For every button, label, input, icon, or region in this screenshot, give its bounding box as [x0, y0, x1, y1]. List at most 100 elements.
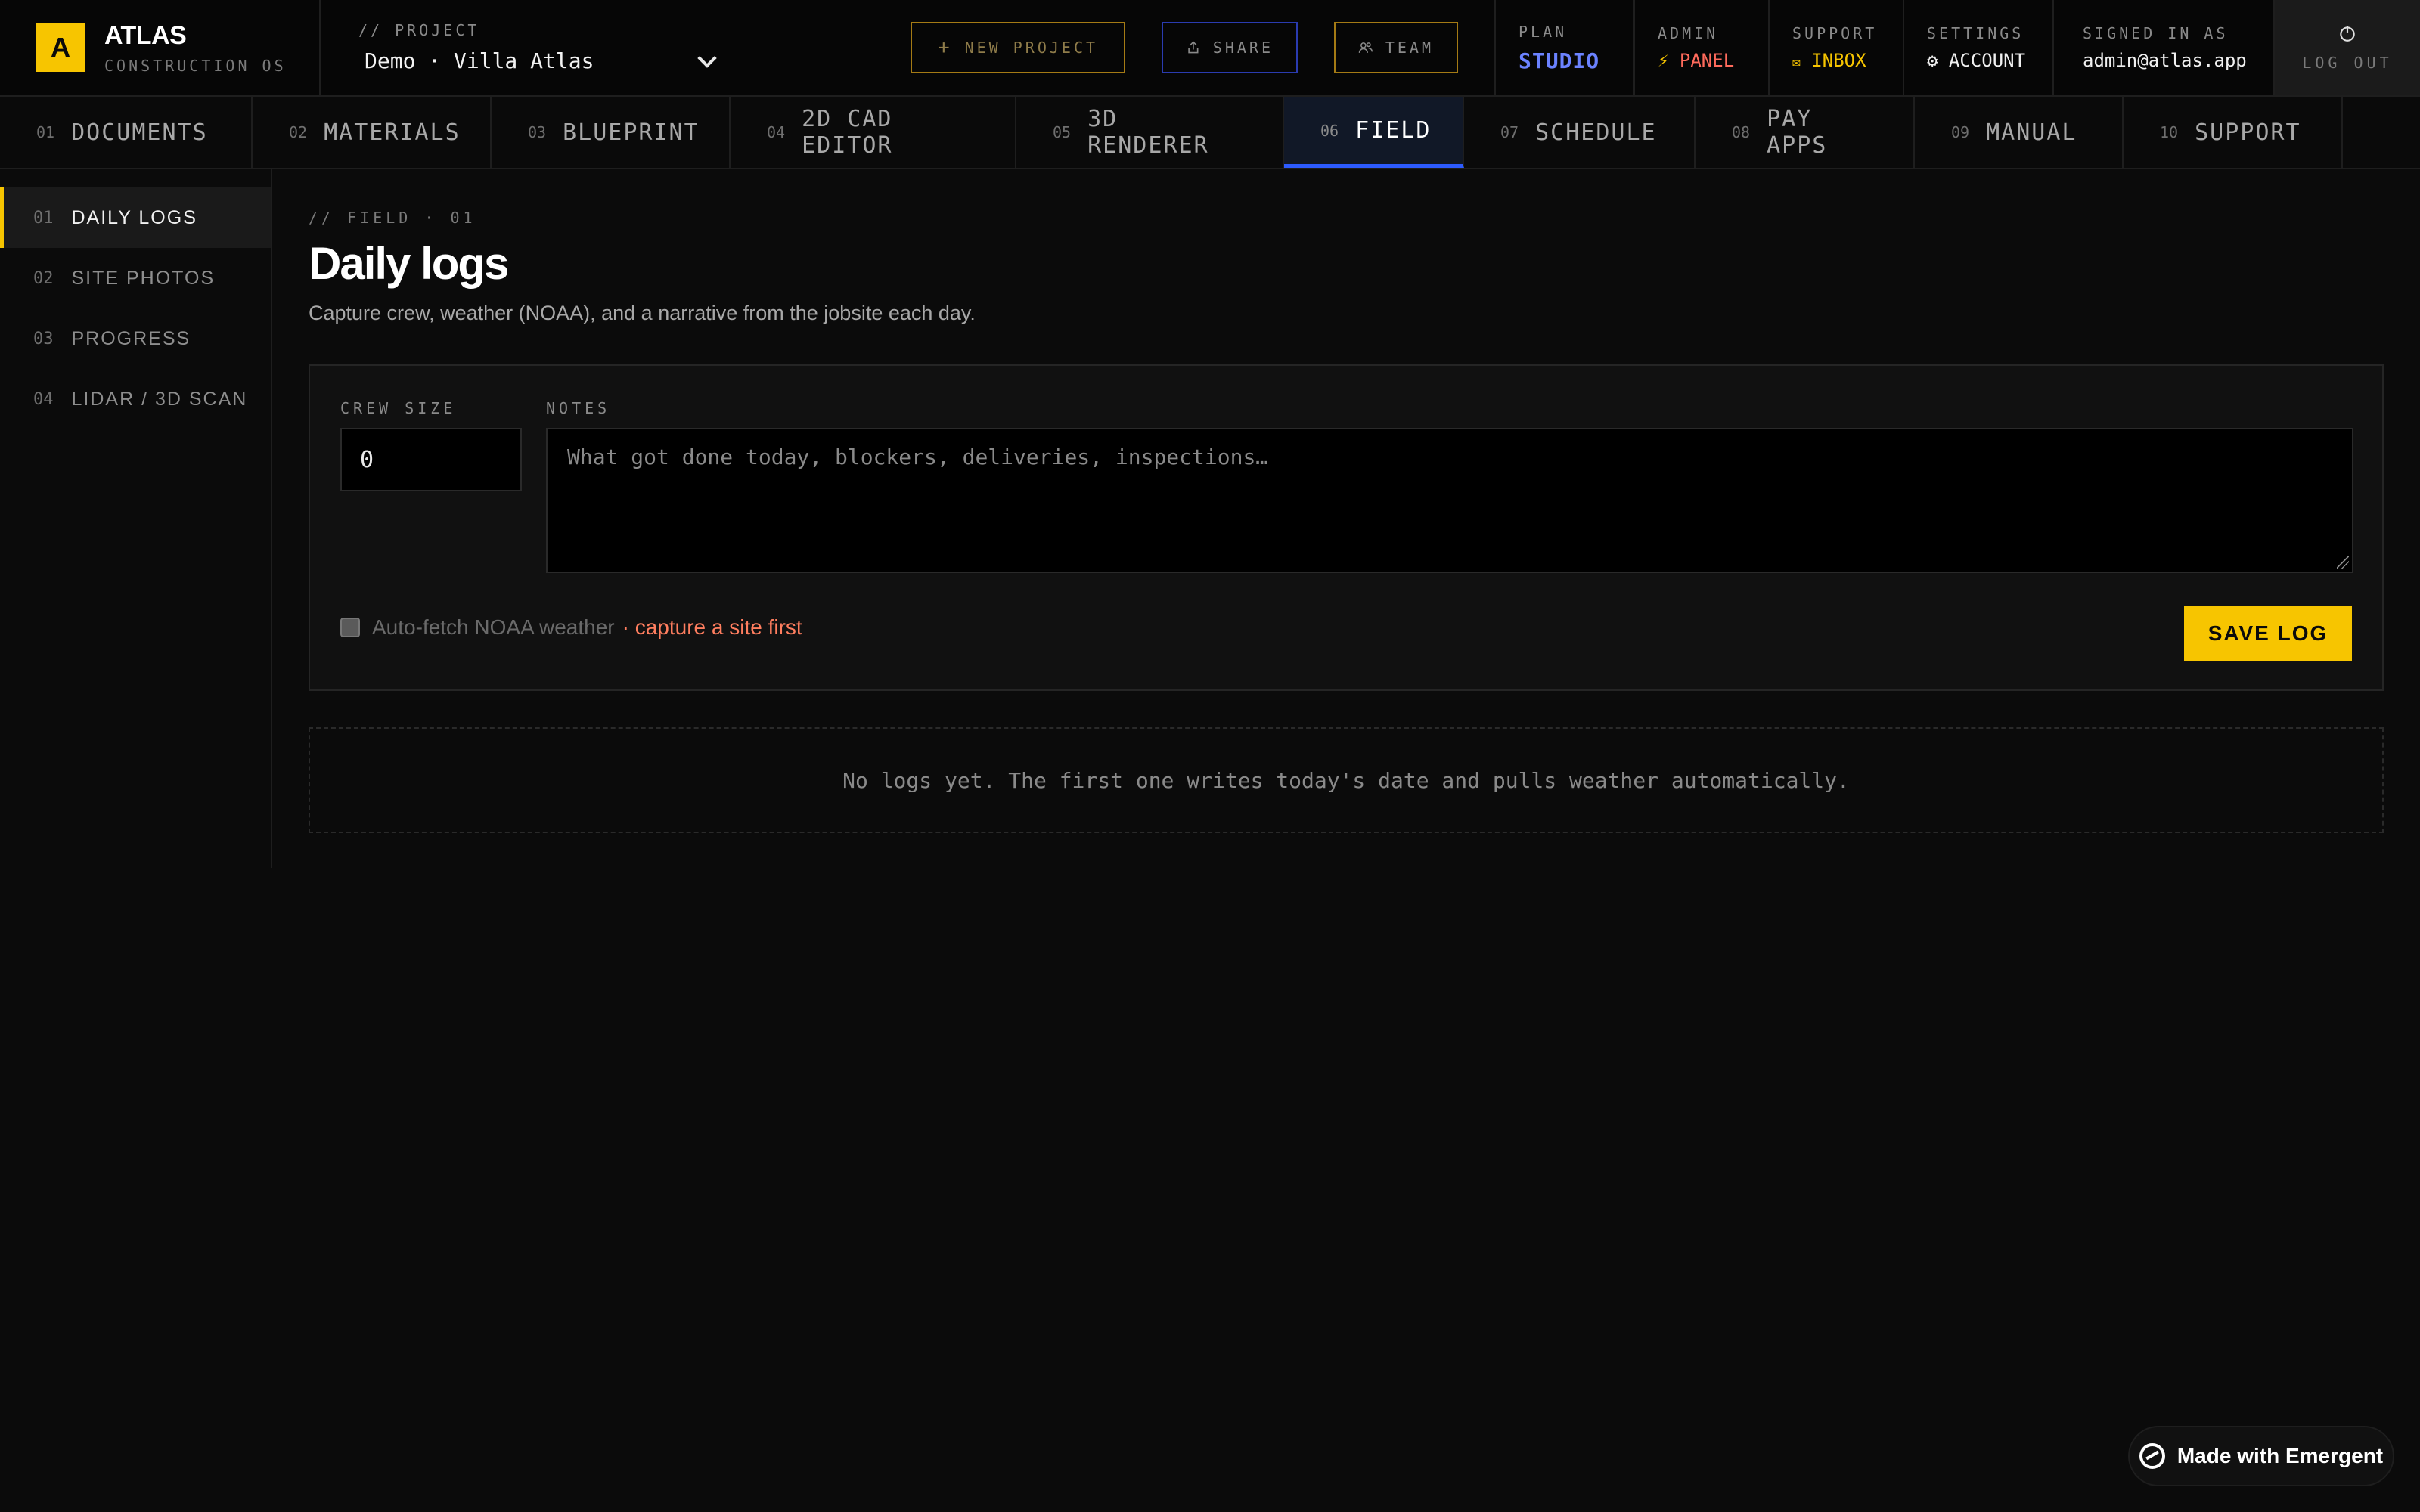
- signed-in-email: admin@atlas.app: [2083, 50, 2247, 71]
- new-project-button[interactable]: + NEW PROJECT: [911, 22, 1125, 73]
- sidebar-item-daily-logs[interactable]: 01 DAILY LOGS: [0, 187, 271, 248]
- weather-option: Auto-fetch NOAA weather · capture a site…: [340, 615, 802, 640]
- tab-number: 03: [528, 123, 547, 141]
- tab-manual[interactable]: 09 MANUAL: [1915, 97, 2124, 168]
- tab-number: 06: [1320, 121, 1339, 140]
- tab-number: 08: [1732, 123, 1751, 141]
- sidebar-item-site-photos[interactable]: 02 SITE PHOTOS: [0, 248, 271, 308]
- share-icon: [1188, 41, 1199, 54]
- tab-number: 02: [289, 123, 308, 141]
- new-project-label: NEW PROJECT: [964, 39, 1099, 57]
- daily-log-form: CREW SIZE 0 NOTES What got done today, b…: [309, 364, 2384, 691]
- sidebar-item-label: LIDAR / 3D SCAN: [71, 388, 248, 410]
- project-select[interactable]: Demo · Villa Atlas: [358, 48, 721, 73]
- tab-number: 05: [1053, 123, 1072, 141]
- signed-in-info: SIGNED IN AS admin@atlas.app: [2052, 0, 2273, 95]
- resize-handle-icon[interactable]: [2337, 556, 2349, 569]
- support-link[interactable]: SUPPORT ✉ INBOX: [1768, 0, 1903, 95]
- notes-textarea[interactable]: What got done today, blockers, deliverie…: [546, 428, 2353, 573]
- project-label: // PROJECT: [358, 21, 480, 39]
- main-content: // FIELD · 01 Daily logs Capture crew, w…: [309, 169, 2384, 833]
- tab-label: MATERIALS: [324, 119, 461, 146]
- tab-schedule[interactable]: 07 SCHEDULE: [1464, 97, 1696, 168]
- brand[interactable]: A ATLAS CONSTRUCTION OS: [0, 0, 321, 95]
- notes-placeholder: What got done today, blockers, deliverie…: [567, 445, 1269, 469]
- tab-label: 3D RENDERER: [1087, 106, 1209, 159]
- sidebar-item-number: 03: [33, 329, 54, 349]
- share-button[interactable]: SHARE: [1162, 22, 1298, 73]
- tab-label: SUPPORT: [2195, 119, 2301, 146]
- sidebar-item-number: 01: [33, 208, 54, 228]
- plan-value: STUDIO: [1519, 48, 1600, 73]
- bolt-icon: ⚡: [1658, 50, 1669, 71]
- chevron-down-icon: [697, 48, 717, 68]
- empty-state: No logs yet. The first one writes today'…: [309, 727, 2384, 833]
- module-tabs: 01 DOCUMENTS 02 MATERIALS 03 BLUEPRINT 0…: [0, 97, 2420, 169]
- team-button[interactable]: TEAM: [1334, 22, 1458, 73]
- page-title: Daily logs: [309, 238, 509, 289]
- tab-label: SCHEDULE: [1535, 119, 1657, 146]
- logout-button[interactable]: LOG OUT: [2273, 0, 2420, 95]
- brand-name: ATLAS: [104, 20, 187, 50]
- settings-link[interactable]: SETTINGS ⚙ ACCOUNT: [1903, 0, 2052, 95]
- tab-label: DOCUMENTS: [71, 119, 208, 146]
- support-value: INBOX: [1811, 50, 1866, 71]
- team-icon: [1358, 42, 1373, 53]
- tab-2d-cad-editor[interactable]: 04 2D CAD EDITOR: [731, 97, 1016, 168]
- gear-icon: ⚙: [1927, 50, 1938, 71]
- weather-label: Auto-fetch NOAA weather: [372, 615, 615, 639]
- field-sidebar: 01 DAILY LOGS 02 SITE PHOTOS 03 PROGRESS…: [0, 169, 272, 868]
- save-log-button[interactable]: SAVE LOG: [2184, 606, 2352, 661]
- header-actions: + NEW PROJECT SHARE TEAM: [738, 0, 1494, 95]
- admin-link[interactable]: ADMIN ⚡ PANEL: [1634, 0, 1768, 95]
- emergent-logo-icon: [2139, 1443, 2165, 1469]
- tab-field[interactable]: 06 FIELD: [1284, 97, 1464, 168]
- tab-materials[interactable]: 02 MATERIALS: [253, 97, 492, 168]
- made-with-emergent-badge[interactable]: Made with Emergent: [2128, 1426, 2394, 1486]
- top-header: A ATLAS CONSTRUCTION OS // PROJECT Demo …: [0, 0, 2420, 97]
- plan-indicator: PLAN STUDIO: [1494, 0, 1634, 95]
- tab-label: FIELD: [1355, 117, 1432, 144]
- sidebar-item-label: SITE PHOTOS: [71, 267, 216, 289]
- weather-checkbox[interactable]: [340, 618, 360, 637]
- sidebar-item-progress[interactable]: 03 PROGRESS: [0, 308, 271, 369]
- tab-3d-renderer[interactable]: 05 3D RENDERER: [1016, 97, 1284, 168]
- tab-support[interactable]: 10 SUPPORT: [2124, 97, 2343, 168]
- breadcrumb: // FIELD · 01: [309, 209, 476, 227]
- sidebar-item-number: 02: [33, 268, 54, 288]
- tab-documents[interactable]: 01 DOCUMENTS: [0, 97, 253, 168]
- tab-pay-apps[interactable]: 08 PAY APPS: [1696, 97, 1915, 168]
- tab-blueprint[interactable]: 03 BLUEPRINT: [492, 97, 731, 168]
- tab-number: 07: [1500, 123, 1519, 141]
- settings-value: ACCOUNT: [1948, 50, 2026, 71]
- plan-label: PLAN: [1519, 22, 1568, 41]
- plus-icon: +: [937, 36, 953, 59]
- tab-number: 09: [1951, 123, 1970, 141]
- support-label: SUPPORT: [1792, 24, 1878, 42]
- sidebar-item-number: 04: [33, 389, 54, 409]
- sidebar-item-label: DAILY LOGS: [71, 206, 197, 228]
- tab-label: BLUEPRINT: [563, 119, 700, 146]
- tab-label: PAY APPS: [1767, 106, 1828, 159]
- brand-logo: A: [36, 23, 85, 72]
- tab-label: 2D CAD EDITOR: [802, 106, 893, 159]
- crew-size-input[interactable]: 0: [340, 428, 522, 491]
- tab-number: 01: [36, 123, 55, 141]
- mail-icon: ✉: [1792, 54, 1801, 70]
- admin-value: PANEL: [1679, 50, 1735, 71]
- weather-warning: · capture a site first: [622, 615, 802, 639]
- logout-label: LOG OUT: [2302, 54, 2393, 72]
- sidebar-item-lidar-scan[interactable]: 04 LIDAR / 3D SCAN: [0, 369, 271, 429]
- project-value: Demo · Villa Atlas: [365, 48, 594, 73]
- signed-in-label: SIGNED IN AS: [2083, 24, 2229, 42]
- page-subtitle: Capture crew, weather (NOAA), and a narr…: [309, 302, 976, 324]
- project-switcher: // PROJECT Demo · Villa Atlas: [321, 0, 738, 95]
- sidebar-item-label: PROGRESS: [71, 327, 191, 349]
- tab-number: 04: [767, 123, 786, 141]
- tab-number: 10: [2160, 123, 2179, 141]
- brand-subtitle: CONSTRUCTION OS: [104, 56, 287, 75]
- team-label: TEAM: [1385, 39, 1434, 57]
- share-label: SHARE: [1212, 39, 1274, 57]
- admin-label: ADMIN: [1658, 24, 1719, 42]
- notes-label: NOTES: [546, 399, 611, 417]
